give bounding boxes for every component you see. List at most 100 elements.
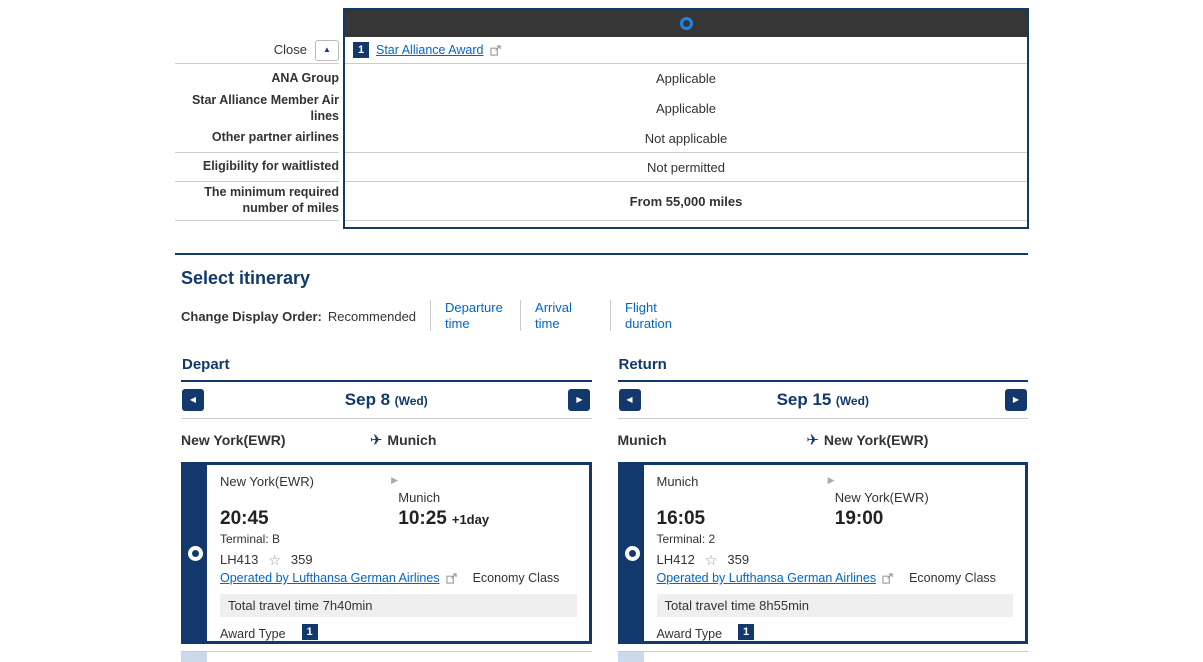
operated-by-row: Operated by Lufthansa German Airlines Ec… bbox=[657, 571, 1014, 585]
external-link-icon bbox=[882, 573, 893, 584]
display-order-label: Change Display Order: bbox=[181, 300, 322, 324]
fare-table-label-spacer bbox=[175, 10, 339, 37]
date-text: Sep 8 bbox=[345, 390, 390, 409]
chevron-right-icon: ▶ bbox=[391, 475, 398, 486]
return-next-date-button[interactable]: ▶ bbox=[1005, 389, 1027, 411]
depart-route-bar: New York(EWR) ✈ Munich bbox=[181, 419, 592, 460]
row-label-text: Other partner airlines bbox=[212, 130, 339, 146]
chevron-right-icon: ▶ bbox=[828, 475, 835, 486]
depart-next-date-button[interactable]: ▶ bbox=[568, 389, 590, 411]
award-fare-table: Close ▲ ANA Group Star Alliance Member A… bbox=[175, 8, 1029, 229]
row-label-waitlist: Eligibility for waitlisted bbox=[175, 153, 339, 182]
external-link-icon bbox=[490, 45, 501, 56]
display-order-row: Change Display Order: Recommended Depart… bbox=[181, 300, 700, 331]
star-alliance-award-link[interactable]: Star Alliance Award bbox=[376, 43, 483, 57]
award-number-badge: 1 bbox=[353, 42, 369, 58]
row-label-min-miles: The minimum required number of miles bbox=[175, 182, 339, 221]
row-label-text: The minimum required number of miles bbox=[175, 185, 339, 216]
depart-heading: Depart bbox=[181, 356, 592, 382]
flight-number-row: LH413 ☆ 359 bbox=[220, 552, 577, 567]
flight-select-radio[interactable] bbox=[625, 546, 640, 561]
radio-dot-icon bbox=[629, 550, 636, 557]
sort-departure-time-link[interactable]: Departure time bbox=[430, 300, 506, 331]
cabin-class: Economy Class bbox=[473, 571, 560, 585]
radio-dot-icon bbox=[192, 550, 199, 557]
sort-flight-duration-link[interactable]: Flight duration bbox=[610, 300, 686, 331]
sort-link-text: Flight duration bbox=[625, 300, 686, 331]
depart-flight-card[interactable]: New York(EWR) ▶ Munich 20:4510:25+1day T… bbox=[181, 462, 592, 644]
collapse-button[interactable]: ▲ bbox=[315, 40, 339, 61]
segment-origin: New York(EWR) bbox=[220, 474, 314, 489]
fare-column: 1 Star Alliance Award Applicable Applica… bbox=[343, 8, 1029, 229]
row-label-ana-group: ANA Group bbox=[175, 64, 339, 93]
close-row: Close ▲ bbox=[175, 37, 339, 64]
aircraft-type: 359 bbox=[291, 552, 313, 567]
weekday-text: (Wed) bbox=[836, 394, 869, 408]
aircraft-type: 359 bbox=[727, 552, 749, 567]
return-heading: Return bbox=[618, 356, 1029, 382]
award-type-number: 1 bbox=[302, 624, 318, 640]
display-order-value: Recommended bbox=[328, 300, 416, 324]
value-text: Applicable bbox=[656, 101, 716, 116]
award-type-badge[interactable]: 1 bbox=[738, 624, 754, 641]
value-ana-group: Applicable bbox=[345, 64, 1027, 93]
segment-cities: Munich ▶ bbox=[657, 474, 1014, 490]
fare-column-radio-icon[interactable] bbox=[680, 17, 693, 30]
award-type-label: Award Type bbox=[657, 627, 723, 641]
depart-column: Depart ◀ Sep 8 (Wed) ▶ New York(EWR) ✈ M… bbox=[181, 356, 592, 661]
value-text: Not applicable bbox=[645, 131, 727, 146]
flight-number: LH413 bbox=[220, 552, 258, 567]
route-destination-text: New York(EWR) bbox=[824, 432, 929, 448]
operated-by-row: Operated by Lufthansa German Airlines Ec… bbox=[220, 571, 577, 585]
return-route-bar: Munich ✈ New York(EWR) bbox=[618, 419, 1029, 460]
arrival-day-note: +1day bbox=[452, 512, 489, 527]
value-other-partner: Not applicable bbox=[345, 124, 1027, 153]
route-destination-text: Munich bbox=[387, 432, 436, 448]
depart-prev-date-button[interactable]: ◀ bbox=[182, 389, 204, 411]
left-arrow-icon: ◀ bbox=[626, 396, 632, 404]
flight-card-rail bbox=[621, 465, 644, 641]
total-travel-time: Total travel time 8h55min bbox=[657, 594, 1014, 617]
departure-time: 20:45 bbox=[220, 508, 398, 530]
total-travel-time: Total travel time 7h40min bbox=[220, 594, 577, 617]
itinerary-columns: Depart ◀ Sep 8 (Wed) ▶ New York(EWR) ✈ M… bbox=[181, 356, 1028, 661]
award-name-row: 1 Star Alliance Award bbox=[345, 37, 1027, 64]
next-card-rail bbox=[618, 652, 644, 662]
award-type-row: Award Type 1 bbox=[220, 624, 577, 641]
route-destination: ✈ New York(EWR) bbox=[806, 431, 928, 449]
flight-number: LH412 bbox=[657, 552, 695, 567]
external-link-icon bbox=[446, 573, 457, 584]
left-arrow-icon: ◀ bbox=[190, 396, 196, 404]
value-text: Not permitted bbox=[647, 160, 725, 175]
page-title: Select itinerary bbox=[181, 268, 310, 289]
segment-destination: New York(EWR) bbox=[835, 490, 1013, 506]
spacer bbox=[345, 221, 1027, 227]
depart-date-label: Sep 8 (Wed) bbox=[345, 390, 428, 410]
row-label-star-alliance: Star Alliance Member Air lines bbox=[175, 93, 339, 124]
sort-link-text: Departure time bbox=[445, 300, 506, 331]
airplane-icon: ✈ bbox=[806, 431, 819, 449]
route-origin: New York(EWR) bbox=[181, 432, 286, 448]
fare-column-header bbox=[345, 10, 1027, 37]
section-divider bbox=[175, 253, 1028, 255]
value-waitlist: Not permitted bbox=[345, 153, 1027, 182]
cabin-class: Economy Class bbox=[909, 571, 996, 585]
flight-select-radio[interactable] bbox=[188, 546, 203, 561]
fare-table-labels: Close ▲ ANA Group Star Alliance Member A… bbox=[175, 8, 339, 229]
operated-by-link[interactable]: Operated by Lufthansa German Airlines bbox=[657, 571, 877, 585]
sort-arrival-time-link[interactable]: Arrival time bbox=[520, 300, 596, 331]
terminal-info: Terminal: B bbox=[220, 532, 577, 546]
flight-card-body: New York(EWR) ▶ Munich 20:4510:25+1day T… bbox=[207, 465, 589, 641]
return-flight-card[interactable]: Munich ▶ New York(EWR) 16:0519:00 Termin… bbox=[618, 462, 1029, 644]
date-text: Sep 15 bbox=[777, 390, 832, 409]
segment-cities: New York(EWR) ▶ bbox=[220, 474, 577, 490]
operated-by-link[interactable]: Operated by Lufthansa German Airlines bbox=[220, 571, 440, 585]
value-min-miles: From 55,000 miles bbox=[345, 182, 1027, 221]
star-alliance-icon: ☆ bbox=[268, 553, 281, 567]
return-prev-date-button[interactable]: ◀ bbox=[619, 389, 641, 411]
right-arrow-icon: ▶ bbox=[576, 396, 582, 404]
award-type-badge[interactable]: 1 bbox=[302, 624, 318, 641]
return-date-label: Sep 15 (Wed) bbox=[777, 390, 869, 410]
close-label[interactable]: Close bbox=[274, 42, 307, 58]
flight-number-row: LH412 ☆ 359 bbox=[657, 552, 1014, 567]
